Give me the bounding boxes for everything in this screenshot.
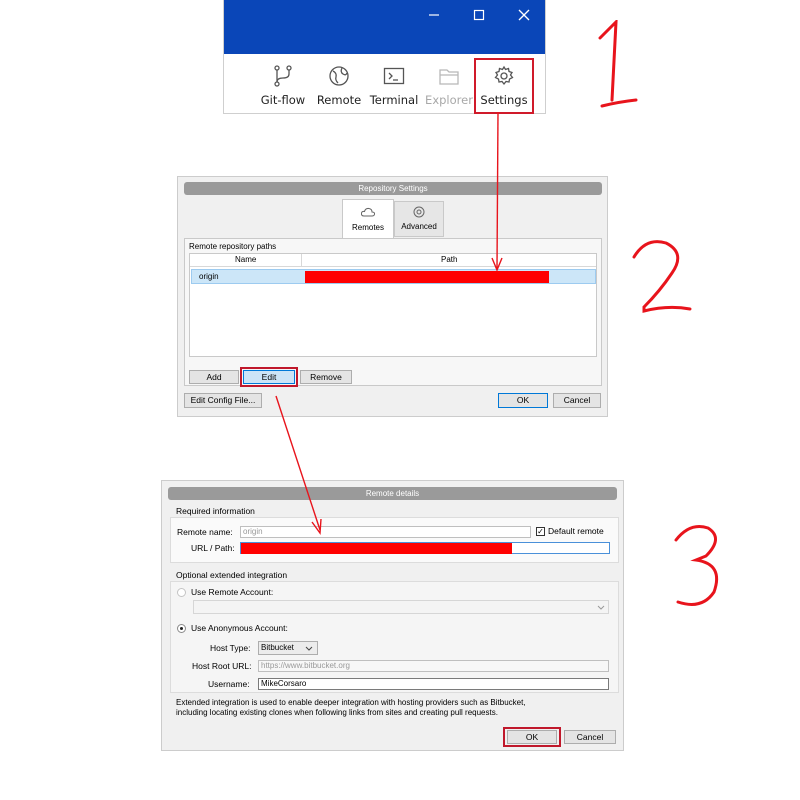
annotation-arrows — [275, 111, 503, 535]
arrow-edit-to-remote — [275, 395, 321, 531]
step-number-1 — [598, 20, 638, 108]
arrow-settings-to-path — [496, 111, 499, 269]
step-number-3 — [674, 525, 719, 606]
step-number-2 — [632, 240, 692, 313]
